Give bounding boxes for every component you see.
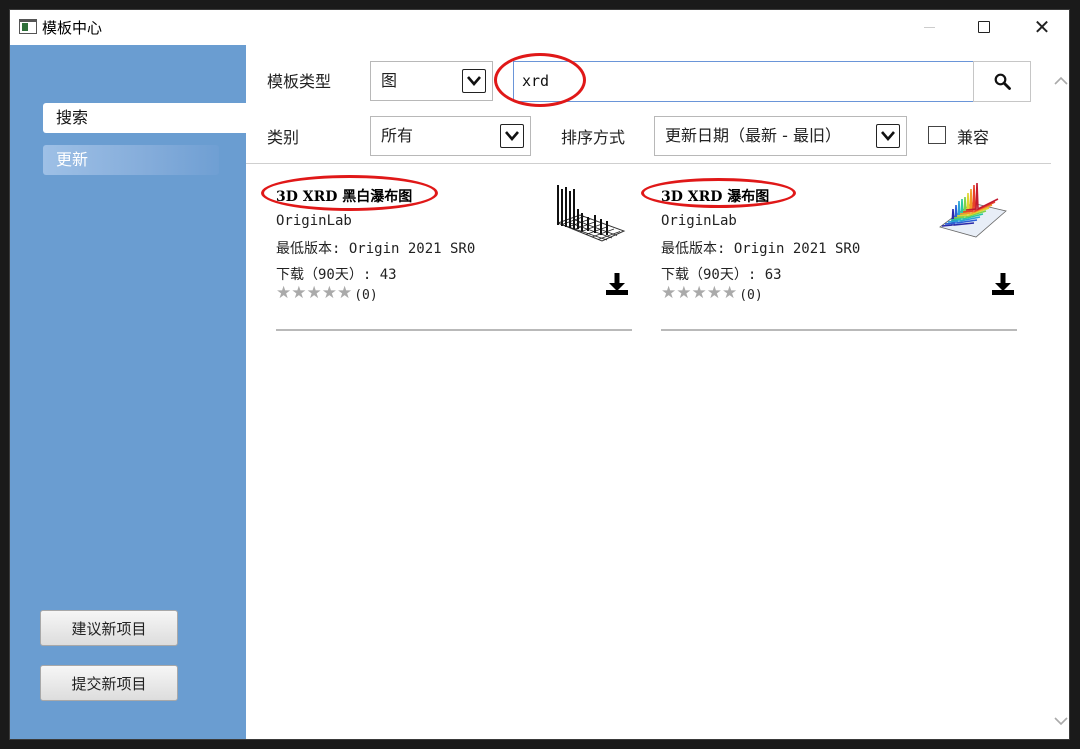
template-min-version: 最低版本: Origin 2021 SR0	[661, 241, 861, 257]
search-icon	[994, 73, 1011, 90]
category-select[interactable]: 所有	[370, 116, 531, 156]
main-panel: 模板类型 图 xrd 类别 所有 排序方式 更新日期（最新 - 最旧） 兼容 3…	[246, 45, 1070, 740]
template-type-value: 图	[381, 71, 398, 90]
card-divider	[661, 329, 1017, 331]
color-waterfall-thumbnail	[939, 182, 1007, 238]
compatible-label: 兼容	[957, 128, 990, 147]
chevron-down-icon	[462, 69, 486, 93]
vertical-scrollbar[interactable]	[1051, 45, 1070, 740]
card-divider	[276, 329, 632, 331]
template-author: OriginLab	[276, 213, 352, 229]
template-rating: ★★★★★ (0)	[276, 283, 378, 303]
template-min-version: 最低版本: Origin 2021 SR0	[276, 241, 476, 257]
search-input[interactable]: xrd	[513, 61, 974, 102]
template-title[interactable]: 3D XRD 瀑布图	[661, 186, 769, 206]
minimize-icon	[923, 26, 935, 28]
star-rating-icon: ★★★★★	[661, 283, 738, 303]
category-value: 所有	[381, 126, 414, 145]
maximize-icon	[978, 21, 990, 33]
template-type-label: 模板类型	[267, 72, 332, 91]
sidebar: 搜索 更新 建议新项目 提交新项目	[9, 45, 246, 740]
chevron-down-icon	[500, 124, 524, 148]
suggest-new-project-button[interactable]: 建议新项目	[40, 610, 178, 646]
category-label: 类别	[267, 128, 300, 147]
template-type-select[interactable]: 图	[370, 61, 493, 101]
scroll-down-icon[interactable]	[1053, 713, 1069, 729]
template-downloads: 下载（90天）: 63	[661, 267, 782, 283]
bw-waterfall-thumbnail	[556, 185, 626, 242]
template-card[interactable]: 3D XRD 黑白瀑布图 OriginLab 最低版本: Origin 2021…	[276, 175, 632, 335]
submit-new-project-button[interactable]: 提交新项目	[40, 665, 178, 701]
search-button[interactable]	[973, 61, 1031, 102]
template-title[interactable]: 3D XRD 黑白瀑布图	[276, 186, 412, 206]
download-icon[interactable]	[604, 271, 630, 297]
template-rating: ★★★★★ (0)	[661, 283, 763, 303]
maximize-button[interactable]	[961, 9, 1007, 45]
template-card[interactable]: 3D XRD 瀑布图 OriginLab 最低版本: Origin 2021 S…	[661, 175, 1017, 335]
divider	[246, 163, 1051, 164]
chevron-down-icon	[876, 124, 900, 148]
download-icon[interactable]	[990, 271, 1016, 297]
scroll-up-icon[interactable]	[1053, 73, 1069, 89]
compatible-checkbox[interactable]	[928, 126, 946, 144]
sort-value: 更新日期（最新 - 最旧）	[665, 126, 841, 145]
title-bar: 模板中心 ✕	[9, 9, 1070, 45]
app-icon	[19, 19, 37, 34]
window-title: 模板中心	[42, 19, 103, 37]
template-center-window: 模板中心 ✕ 搜索 更新 建议新项目 提交新项目 模板类型 图 xrd 类别 所…	[9, 9, 1070, 740]
sidebar-item-search[interactable]: 搜索	[43, 103, 246, 133]
close-icon: ✕	[1033, 15, 1051, 39]
sort-select[interactable]: 更新日期（最新 - 最旧）	[654, 116, 907, 156]
star-rating-icon: ★★★★★	[276, 283, 353, 303]
rating-count: (0)	[739, 287, 763, 303]
sidebar-item-update[interactable]: 更新	[43, 145, 219, 175]
close-button[interactable]: ✕	[1019, 9, 1065, 45]
template-downloads: 下载（90天）: 43	[276, 267, 397, 283]
rating-count: (0)	[354, 287, 378, 303]
minimize-button[interactable]	[906, 9, 952, 45]
template-author: OriginLab	[661, 213, 737, 229]
sort-label: 排序方式	[561, 128, 626, 147]
